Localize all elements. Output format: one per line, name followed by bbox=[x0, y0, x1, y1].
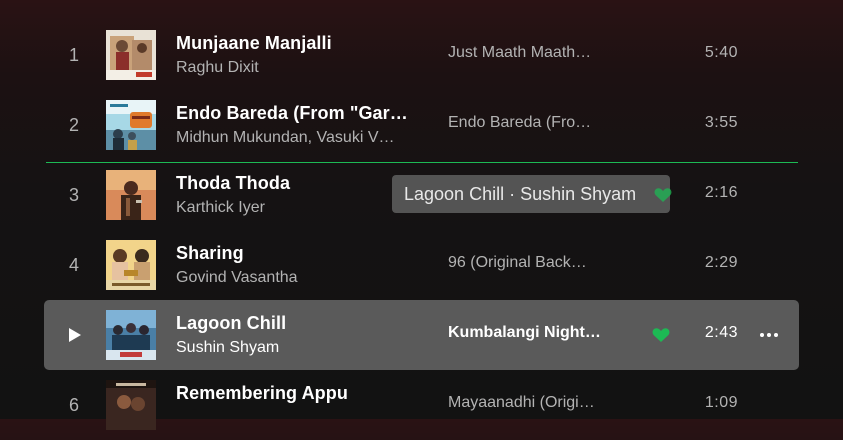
heart-icon bbox=[654, 188, 672, 202]
track-artist[interactable]: Govind Vasantha bbox=[176, 269, 426, 287]
play-icon[interactable] bbox=[68, 327, 82, 343]
track-row[interactable]: 6 Remembering Appu Mayaanadhi (Origi… 1:… bbox=[44, 370, 799, 440]
track-album[interactable]: Kumbalangi Night… bbox=[448, 324, 623, 342]
more-options-icon[interactable] bbox=[758, 327, 780, 343]
track-album[interactable]: 96 (Original Back… bbox=[448, 254, 623, 272]
album-cover[interactable] bbox=[106, 170, 156, 220]
album-cover[interactable] bbox=[106, 310, 156, 360]
track-row[interactable]: 1 Munjaane Manjalli Raghu Dixit Just Maa… bbox=[44, 20, 799, 90]
album-cover[interactable] bbox=[106, 100, 156, 150]
track-number: 3 bbox=[68, 185, 79, 205]
track-title[interactable]: Thoda Thoda bbox=[176, 173, 426, 194]
track-duration: 2:16 bbox=[704, 184, 738, 201]
track-album[interactable]: Endo Bareda (Fro… bbox=[448, 114, 623, 132]
track-number: 6 bbox=[68, 395, 79, 415]
heart-icon[interactable] bbox=[652, 327, 670, 343]
track-row-hovered[interactable]: Lagoon Chill Sushin Shyam Kumbalangi Nig… bbox=[44, 300, 799, 370]
track-title[interactable]: Munjaane Manjalli bbox=[176, 33, 426, 54]
track-artist[interactable]: Sushin Shyam bbox=[176, 339, 426, 357]
track-album[interactable]: Mayaanadhi (Origi… bbox=[448, 394, 623, 412]
track-row[interactable]: 4 Sharing Govind Vasantha 96 (Original B… bbox=[44, 230, 799, 300]
track-artist[interactable]: Raghu Dixit bbox=[176, 59, 426, 77]
album-cover[interactable] bbox=[106, 30, 156, 80]
track-title[interactable]: Lagoon Chill bbox=[176, 313, 426, 334]
album-cover[interactable] bbox=[106, 240, 156, 290]
track-title[interactable]: Remembering Appu bbox=[176, 383, 426, 404]
track-duration: 2:43 bbox=[704, 324, 738, 341]
track-album[interactable]: Just Maath Maath… bbox=[448, 44, 623, 62]
album-cover[interactable] bbox=[106, 380, 156, 430]
track-number: 4 bbox=[68, 255, 79, 275]
tracklist: 1 Munjaane Manjalli Raghu Dixit Just Maa… bbox=[0, 0, 843, 430]
track-title[interactable]: Sharing bbox=[176, 243, 426, 264]
track-number: 2 bbox=[68, 115, 79, 135]
track-number: 1 bbox=[68, 45, 79, 65]
track-title[interactable]: Endo Bareda (From "Gar… bbox=[176, 103, 426, 124]
track-duration: 3:55 bbox=[704, 114, 738, 131]
drag-preview-tooltip: Lagoon Chill · Sushin Shyam bbox=[392, 175, 670, 213]
track-duration: 1:09 bbox=[704, 394, 738, 411]
track-artist[interactable]: Midhun Mukundan, Vasuki V… bbox=[176, 129, 426, 147]
track-artist[interactable]: Karthick Iyer bbox=[176, 199, 426, 217]
track-duration: 5:40 bbox=[704, 44, 738, 61]
track-duration: 2:29 bbox=[704, 254, 738, 271]
track-row[interactable]: 2 Endo Bareda (From "Gar… Midhun Mukunda… bbox=[44, 90, 799, 160]
